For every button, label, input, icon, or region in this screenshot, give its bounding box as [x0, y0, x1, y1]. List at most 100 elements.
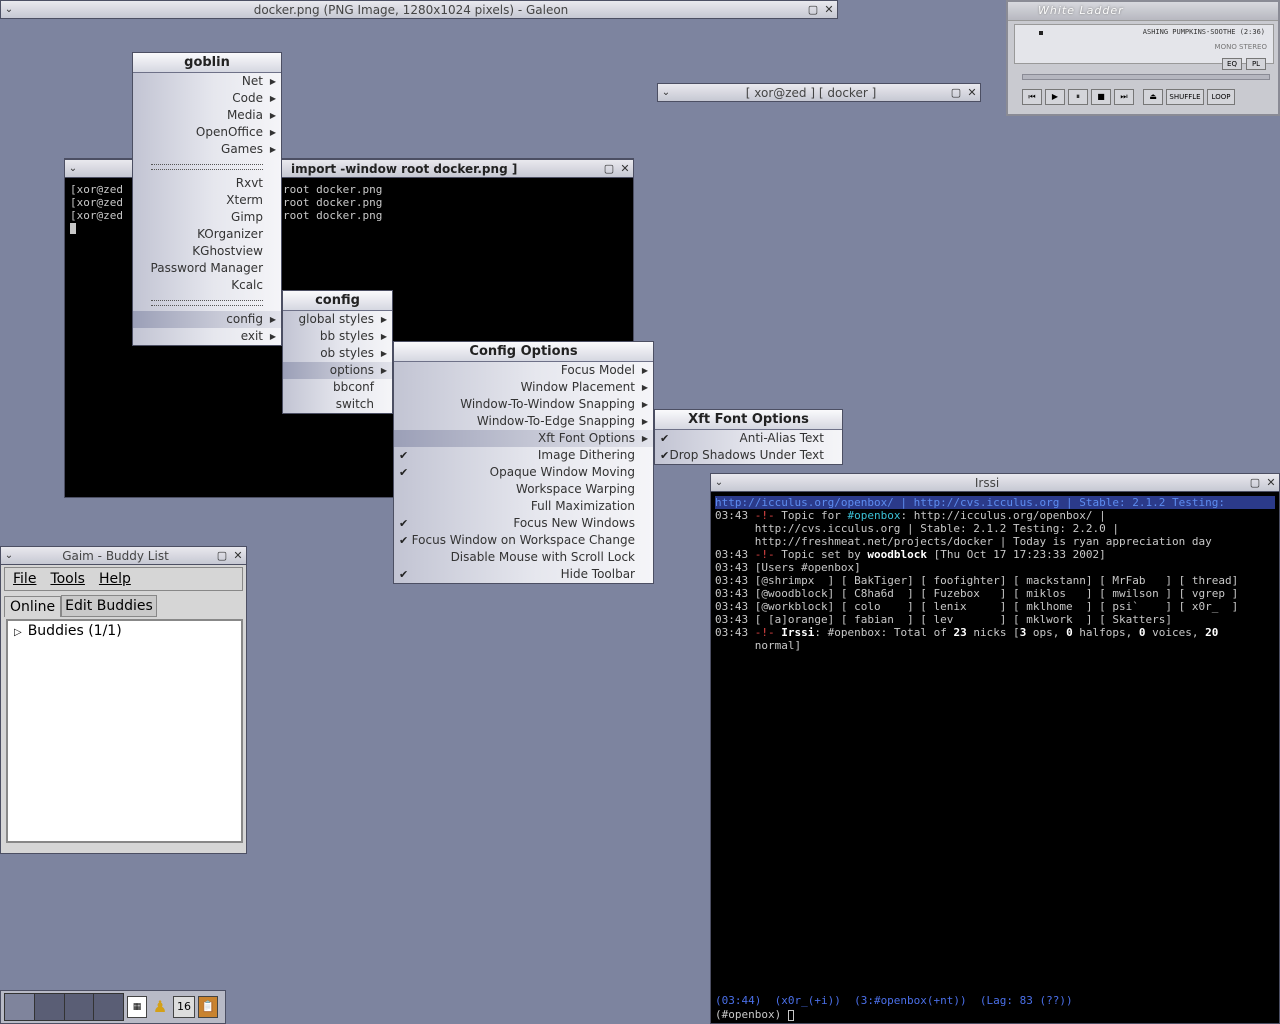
menu-item-workspace-warping[interactable]: Workspace Warping: [394, 481, 653, 498]
close-icon[interactable]: ✕: [230, 549, 246, 562]
menu-item-openoffice[interactable]: OpenOffice ▶: [133, 124, 281, 141]
galeon-titlebar[interactable]: ⌄ docker.png (PNG Image, 1280x1024 pixel…: [0, 0, 838, 19]
pager-desktop-3[interactable]: [65, 994, 95, 1020]
expander-icon[interactable]: ▷: [14, 627, 22, 638]
menu-item-disable-mouse-scroll-lock[interactable]: Disable Mouse with Scroll Lock: [394, 549, 653, 566]
eject-button[interactable]: ⏏: [1143, 89, 1163, 105]
irssi-line: 03:43 [@woodblock] [ C8ha6d ] [ Fuzebox …: [715, 587, 1275, 600]
pager-desktop-1[interactable]: [5, 994, 35, 1020]
irssi-titlebar[interactable]: ⌄ Irssi ▢ ✕: [710, 473, 1280, 492]
irssi-text: http://cvs.icculus.org | Stable: 2.1.2 T…: [715, 522, 1119, 535]
menu-item-anti-alias[interactable]: ✔ Anti-Alias Text: [655, 430, 842, 447]
menu-item-media[interactable]: Media ▶: [133, 107, 281, 124]
irssi-text: : http://icculus.org/openbox/ |: [900, 509, 1106, 522]
menu-item-opaque-window-moving[interactable]: ✔ Opaque Window Moving: [394, 464, 653, 481]
maximize-icon[interactable]: ▢: [805, 3, 821, 16]
menu-item-exit[interactable]: exit ▶: [133, 328, 281, 345]
irssi-text: [@woodblock] [ C8ha6d ] [ Fuzebox ] [ mi…: [748, 587, 1239, 600]
menu-item-gimp[interactable]: Gimp: [133, 209, 281, 226]
gaim-tray-icon[interactable]: ♟: [150, 996, 170, 1018]
maximize-icon[interactable]: ▢: [1247, 476, 1263, 489]
buddy-group[interactable]: Buddies (1/1): [28, 623, 122, 639]
menu-item-full-maximization[interactable]: Full Maximization: [394, 498, 653, 515]
menu-item-code[interactable]: Code ▶: [133, 90, 281, 107]
menu-item-xterm[interactable]: Xterm: [133, 192, 281, 209]
menu-item-config[interactable]: config ▶: [133, 311, 281, 328]
maximize-icon[interactable]: ▢: [214, 549, 230, 562]
clipboard-icon[interactable]: 📋: [198, 996, 218, 1018]
buddy-tree[interactable]: ▷ Buddies (1/1): [6, 619, 243, 843]
prev-button[interactable]: ⏮: [1022, 89, 1042, 105]
irssi-body[interactable]: http://icculus.org/openbox/ | http://cvs…: [713, 496, 1277, 1021]
checkmark-icon: ✔: [399, 517, 409, 530]
irssi-input[interactable]: (#openbox): [715, 1008, 1275, 1021]
loop-button[interactable]: LOOP: [1207, 89, 1235, 105]
tab-edit-buddies[interactable]: Edit Buddies: [61, 595, 157, 617]
gaim-titlebar[interactable]: ⌄ Gaim - Buddy List ▢ ✕: [0, 546, 247, 565]
menu-item-korganizer[interactable]: KOrganizer: [133, 226, 281, 243]
menu-item-focus-model[interactable]: Focus Model ▶: [394, 362, 653, 379]
menu-item-hide-toolbar[interactable]: ✔ Hide Toolbar: [394, 566, 653, 583]
xft-menu-title: Xft Font Options: [655, 410, 842, 430]
menu-item-kcalc[interactable]: Kcalc: [133, 277, 281, 294]
menu-item-password-manager[interactable]: Password Manager: [133, 260, 281, 277]
menu-item-games[interactable]: Games ▶: [133, 141, 281, 158]
play-button[interactable]: ▶: [1045, 89, 1065, 105]
docker-titlebar[interactable]: ⌄ [ xor@zed ] [ docker ] ▢ ✕: [657, 83, 981, 102]
toolbar: ▦ ♟ 16 📋: [0, 990, 226, 1024]
close-icon[interactable]: ✕: [617, 162, 633, 175]
pager-desktop-2[interactable]: [35, 994, 65, 1020]
shuffle-button[interactable]: SHUFFLE: [1166, 89, 1204, 105]
next-button[interactable]: ⏭: [1114, 89, 1134, 105]
checkmark-icon: ✔: [399, 568, 409, 581]
close-icon[interactable]: ✕: [1263, 476, 1279, 489]
pl-button[interactable]: PL: [1246, 58, 1266, 70]
checkmark-icon: ✔: [399, 466, 409, 479]
menu-item-window-to-edge-snapping[interactable]: Window-To-Edge Snapping ▶: [394, 413, 653, 430]
submenu-arrow-icon: ▶: [269, 111, 276, 120]
menu-item-global-styles[interactable]: global styles ▶: [283, 311, 392, 328]
close-icon[interactable]: ✕: [821, 3, 837, 16]
menu-file[interactable]: File: [13, 571, 36, 587]
menu-item-options[interactable]: options ▶: [283, 362, 392, 379]
menu-item-window-placement[interactable]: Window Placement ▶: [394, 379, 653, 396]
pager-desktop-4[interactable]: [94, 994, 123, 1020]
stop-button[interactable]: ■: [1091, 89, 1111, 105]
irssi-text: [@shrimpx ] [ BakTiger] [ foofighter] [ …: [748, 574, 1239, 587]
xmms-seek-bar[interactable]: [1022, 74, 1270, 80]
menu-item-rxvt[interactable]: Rxvt: [133, 175, 281, 192]
irssi-text: #openbox: [847, 509, 901, 522]
menu-item-focus-window-on-workspace-change[interactable]: ✔ Focus Window on Workspace Change: [394, 532, 653, 549]
chevron-down-icon[interactable]: ⌄: [1, 550, 17, 561]
chevron-down-icon[interactable]: ⌄: [1, 4, 17, 15]
clock-number: 16: [173, 996, 195, 1018]
menu-item-kghostview[interactable]: KGhostview: [133, 243, 281, 260]
menu-help[interactable]: Help: [99, 571, 131, 587]
menu-item-window-to-window-snapping[interactable]: Window-To-Window Snapping ▶: [394, 396, 653, 413]
tab-online[interactable]: Online: [4, 596, 62, 617]
eq-button[interactable]: EQ: [1222, 58, 1242, 70]
xmms-titlebar[interactable]: White Ladder: [1008, 2, 1278, 21]
chevron-down-icon[interactable]: ⌄: [711, 477, 727, 488]
menu-item-bbconf[interactable]: bbconf: [283, 379, 392, 396]
close-icon[interactable]: ✕: [964, 86, 980, 99]
menu-item-focus-new-windows[interactable]: ✔ Focus New Windows: [394, 515, 653, 532]
checkmark-icon: ✔: [399, 534, 409, 547]
pause-button[interactable]: ⏸: [1068, 89, 1088, 105]
maximize-icon[interactable]: ▢: [948, 86, 964, 99]
menu-item-bb-styles[interactable]: bb styles ▶: [283, 328, 392, 345]
gaim-title: Gaim - Buddy List: [62, 548, 169, 563]
menu-item-net[interactable]: Net ▶: [133, 73, 281, 90]
irssi-line: http://cvs.icculus.org | Stable: 2.1.2 T…: [715, 522, 1275, 535]
menu-item-image-dithering[interactable]: ✔ Image Dithering: [394, 447, 653, 464]
menu-item-switch[interactable]: switch: [283, 396, 392, 413]
pager[interactable]: [4, 993, 124, 1021]
menu-item-drop-shadows[interactable]: ✔ Drop Shadows Under Text: [655, 447, 842, 464]
menu-tools[interactable]: Tools: [50, 571, 85, 587]
chevron-down-icon[interactable]: ⌄: [65, 163, 81, 174]
chevron-down-icon[interactable]: ⌄: [658, 87, 674, 98]
maximize-icon[interactable]: ▢: [601, 162, 617, 175]
menu-item-ob-styles[interactable]: ob styles ▶: [283, 345, 392, 362]
calendar-icon[interactable]: ▦: [127, 996, 147, 1018]
menu-item-xft-font-options[interactable]: Xft Font Options ▶: [394, 430, 653, 447]
